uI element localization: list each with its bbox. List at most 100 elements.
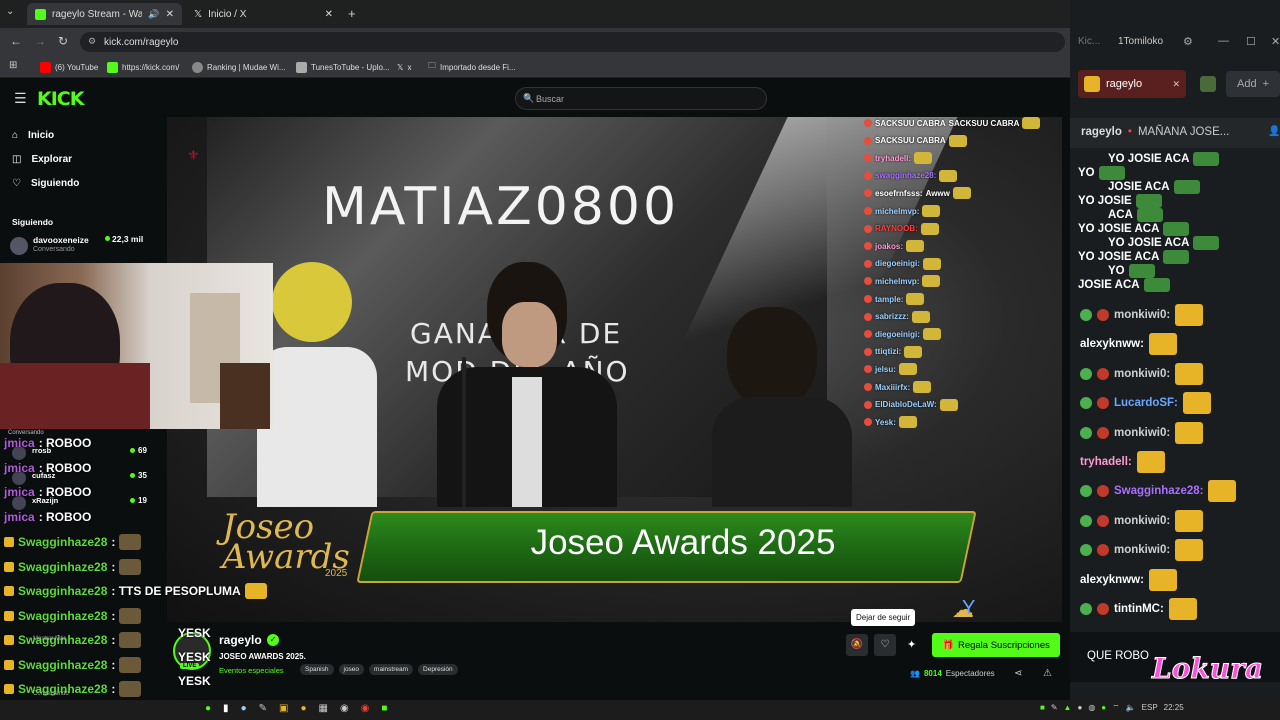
awards-logo-year: 2025 bbox=[325, 568, 348, 579]
spotify-icon[interactable]: ● bbox=[205, 703, 211, 714]
nav-siguiendo[interactable]: ♡ Siguiendo bbox=[12, 178, 79, 189]
nav-inicio[interactable]: ⌂ Inicio bbox=[12, 130, 54, 141]
bookmark-mudae[interactable]: Ranking | Mudae Wi... bbox=[192, 60, 286, 74]
chat-username[interactable]: tryhadell: bbox=[1080, 456, 1132, 468]
stream-tag[interactable]: joseo bbox=[338, 664, 365, 675]
globe-icon bbox=[192, 61, 203, 73]
y-logo-icon: Y bbox=[962, 597, 976, 619]
chat-username[interactable]: monkiwi0: bbox=[1114, 309, 1170, 321]
chat-username[interactable]: LucardoSF: bbox=[1114, 397, 1178, 409]
close-tab-icon[interactable]: ✕ bbox=[166, 9, 174, 20]
kick-taskbar-icon[interactable]: ■ bbox=[381, 703, 387, 714]
chat-message: Swagginhaze28: bbox=[1080, 480, 1237, 503]
chrome-icon[interactable]: ◉ bbox=[361, 703, 370, 714]
tray-network-icon[interactable]: ◍ bbox=[1088, 703, 1095, 713]
search-input[interactable]: 🔍 Buscar bbox=[515, 87, 767, 110]
clock[interactable]: 22:25 bbox=[1164, 703, 1184, 713]
bookmark-label: https://kick.com/ bbox=[122, 62, 180, 72]
video-player[interactable]: MATIAZ0800 GANADOR DE MOD DEL AÑO ⚜ Jose… bbox=[167, 117, 1062, 622]
site-info-icon[interactable]: ⚙ bbox=[88, 36, 96, 47]
stream-tag[interactable]: mainstream bbox=[369, 664, 414, 675]
chat-username[interactable]: monkiwi0: bbox=[1114, 515, 1170, 527]
chat-username[interactable]: monkiwi0: bbox=[1114, 368, 1170, 380]
close-window-icon[interactable]: ✕ bbox=[1271, 35, 1280, 48]
tray-spotify-icon[interactable]: ● bbox=[1101, 703, 1106, 713]
nav-label: Inicio bbox=[28, 130, 55, 141]
image-icon[interactable]: ▦ bbox=[319, 703, 328, 714]
bookmark-folder[interactable]: 🗀 Importado desde Fi... bbox=[428, 60, 516, 74]
chat-username: swagginhaze28: bbox=[875, 171, 937, 181]
kick-logo[interactable]: KICK bbox=[37, 88, 84, 110]
bookmark-x[interactable]: 𝕏x bbox=[397, 60, 411, 74]
tray-nvidia-icon[interactable]: ▲ bbox=[1064, 703, 1072, 713]
close-tab-icon[interactable]: ✕ bbox=[325, 9, 333, 20]
stream-tag[interactable]: Spanish bbox=[300, 664, 334, 675]
person-center-shirt bbox=[512, 377, 542, 507]
keyboard-lang[interactable]: ESP bbox=[1142, 703, 1158, 713]
tab-kick[interactable]: Kic... bbox=[1078, 36, 1100, 47]
share-icon[interactable]: ⋖ bbox=[1014, 668, 1022, 679]
tray-pen-icon[interactable]: ✎ bbox=[1051, 703, 1058, 713]
spam-text: YO JOSIE ACA bbox=[1108, 237, 1190, 249]
chat-message: tryhadell: bbox=[1080, 451, 1165, 473]
badge-icon bbox=[4, 561, 14, 572]
report-icon[interactable]: ⚠ bbox=[1043, 668, 1052, 679]
add-channel-button[interactable]: Add + bbox=[1226, 71, 1280, 97]
tray-kick-icon[interactable]: ■ bbox=[1040, 703, 1045, 713]
chat-username[interactable]: monkiwi0: bbox=[1114, 427, 1170, 439]
tab-kick-stream[interactable]: rageylo Stream - Watch Liv 🔊 ✕ bbox=[27, 3, 182, 25]
tray-wifi-icon[interactable]: ⌔ bbox=[1112, 703, 1120, 713]
channel-chip[interactable]: rageylo ✕ bbox=[1078, 70, 1186, 98]
gift-sparkle-icon[interactable]: ✦ bbox=[907, 638, 916, 651]
app-icon[interactable]: ● bbox=[300, 703, 306, 714]
notification-off-icon[interactable]: 🔕 bbox=[846, 634, 868, 656]
forward-icon[interactable]: → bbox=[34, 34, 46, 48]
unfollow-heart-icon[interactable]: ♡ bbox=[874, 634, 896, 656]
video-chat-message: sabrizzz: bbox=[864, 310, 930, 323]
back-icon[interactable]: ← bbox=[10, 34, 22, 48]
nav-explorar[interactable]: ◫ Explorar bbox=[12, 154, 72, 165]
emote-picker-icon[interactable] bbox=[1200, 76, 1216, 92]
chat-username[interactable]: Swagginhaze28: bbox=[1114, 485, 1203, 497]
minimize-icon[interactable]: — bbox=[1218, 35, 1229, 47]
discord-icon[interactable]: ● bbox=[241, 703, 247, 714]
audio-icon[interactable]: 🔊 bbox=[148, 9, 159, 20]
pen-icon[interactable]: ✎ bbox=[259, 703, 267, 714]
chat-username[interactable]: alexyknww: bbox=[1080, 338, 1144, 350]
channel-name[interactable]: rageylo bbox=[219, 633, 262, 647]
file-icon[interactable]: ▮ bbox=[223, 703, 229, 714]
chat-username[interactable]: monkiwi0: bbox=[1114, 544, 1170, 556]
chat-username[interactable]: tintinMC: bbox=[1114, 603, 1164, 615]
person-center-face bbox=[502, 302, 557, 367]
bookmark-kick[interactable]: https://kick.com/ bbox=[107, 60, 179, 74]
chat-username: jmica bbox=[4, 485, 35, 499]
tray-volume-icon[interactable]: 🔈 bbox=[1126, 703, 1136, 713]
new-tab-icon[interactable]: + bbox=[348, 6, 356, 21]
folder-icon[interactable]: ▣ bbox=[279, 703, 288, 714]
chip-close-icon[interactable]: ✕ bbox=[1172, 79, 1180, 90]
bookmark-tunestotube[interactable]: TunesToTube - Uplo... bbox=[296, 60, 390, 74]
stream-category[interactable]: Eventos especiales bbox=[219, 666, 284, 675]
show-more-link[interactable]: Mostrar Más bbox=[33, 636, 66, 642]
chat-username: Swagginhaze28 bbox=[18, 608, 108, 623]
user-icon[interactable]: 👤 bbox=[1268, 126, 1280, 137]
menu-icon[interactable]: ☰ bbox=[14, 90, 27, 107]
url-input[interactable]: ⚙ kick.com/rageylo bbox=[80, 32, 1065, 52]
bookmark-youtube[interactable]: (6) YouTube bbox=[40, 60, 98, 74]
chat-username[interactable]: alexyknww: bbox=[1080, 574, 1144, 586]
obs-icon[interactable]: ◉ bbox=[340, 703, 349, 714]
channel-status: Conversando bbox=[33, 246, 75, 253]
tab-x[interactable]: 𝕏 Inicio / X ✕ bbox=[186, 3, 341, 25]
stream-tag[interactable]: Depresión bbox=[418, 664, 458, 675]
apps-grid-icon[interactable]: ⊞ bbox=[9, 60, 17, 71]
reload-icon[interactable]: ↻ bbox=[58, 34, 68, 48]
maximize-icon[interactable]: ☐ bbox=[1246, 35, 1256, 48]
chat-input[interactable]: QUE ROBO bbox=[1087, 650, 1149, 662]
settings-gear-icon[interactable]: ⚙ bbox=[1183, 35, 1193, 48]
following-item-davoo[interactable]: davooxeneize Conversando 22,3 mil bbox=[10, 234, 160, 258]
chat-text: : ROBOO bbox=[38, 460, 92, 475]
tray-app-icon[interactable]: ● bbox=[1077, 703, 1082, 713]
tab-user[interactable]: 1Tomiloko bbox=[1118, 36, 1163, 47]
tab-list-chevron-icon[interactable]: ⌄ bbox=[6, 6, 14, 17]
gift-subs-button[interactable]: 🎁 Regala Suscripciones bbox=[932, 633, 1060, 657]
